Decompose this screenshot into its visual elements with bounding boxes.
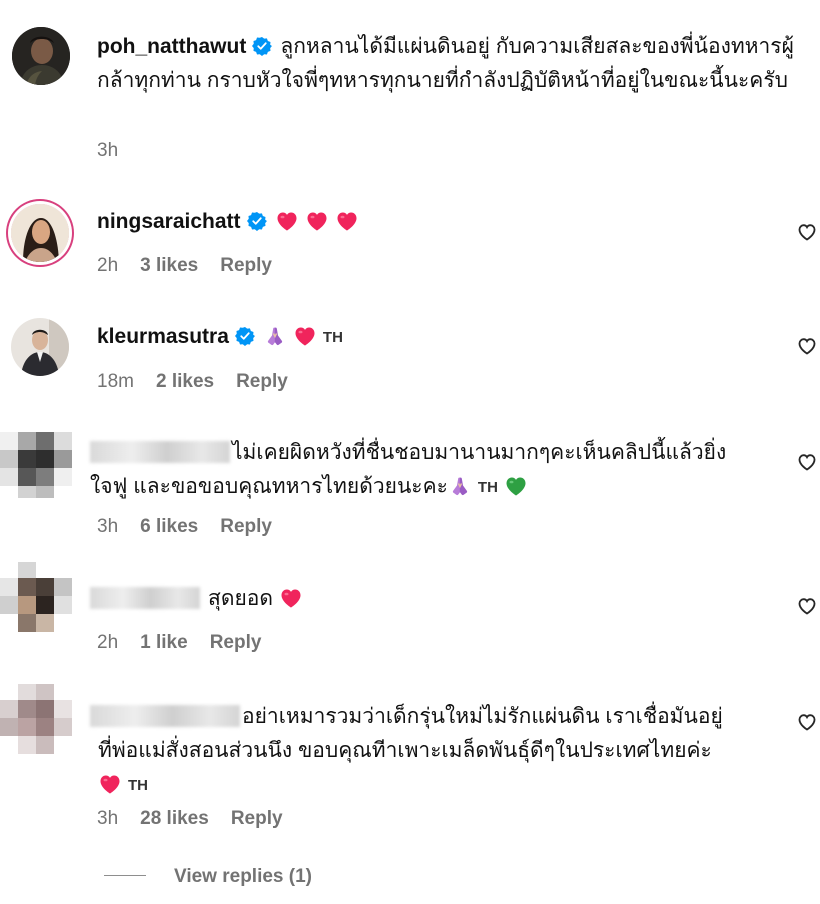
comment-body: poh_natthawut ลูกหลานได้มีแผ่นดินอยู่ กับ… [97, 30, 807, 98]
avatar-image [0, 684, 72, 756]
reply-button[interactable]: Reply [210, 632, 262, 653]
comment-text: อย่าเหมารวมว่าเด็กรุ่นใหม่ไม่รักแผ่นดิน … [242, 705, 723, 728]
red-heart-icon [275, 209, 299, 233]
comment-time[interactable]: 18m [97, 371, 134, 392]
comment-body: อย่าเหมารวมว่าเด็กรุ่นใหม่ไม่รักแผ่นดิน … [90, 700, 790, 803]
green-heart-icon [504, 474, 528, 498]
like-heart-icon[interactable] [796, 335, 818, 357]
verified-badge-icon [235, 326, 255, 346]
folded-hands-icon [263, 324, 287, 348]
avatar-image [11, 318, 69, 376]
avatar-image [11, 204, 69, 262]
like-heart-icon[interactable] [796, 595, 818, 617]
view-replies-label: View replies (1) [174, 866, 312, 887]
comment-text-continued: ที่พ่อแม่สั่งสอนส่วนนึง ขอบคุณทีาเพาะเมล… [98, 739, 712, 762]
comment-time[interactable]: 2h [97, 632, 118, 653]
comment-meta: 3h 28 likes Reply [97, 808, 305, 830]
comment-text-continued: ใจฟู และขอขอบคุณทหารไทยด้วยนะคะ [90, 475, 448, 498]
likes-count[interactable]: 3 likes [140, 255, 198, 276]
avatar[interactable] [0, 562, 72, 634]
comment-time[interactable]: 3h [97, 808, 118, 829]
red-heart-icon [305, 209, 329, 233]
avatar[interactable] [11, 204, 69, 262]
reply-button[interactable]: Reply [220, 255, 272, 276]
flag-tag: TH [128, 777, 148, 794]
comment-text: ไม่เคยผิดหวังที่ชื่นชอบมานานมากๆคะเห็นคล… [232, 441, 727, 464]
avatar-image [0, 426, 72, 498]
avatar[interactable] [12, 27, 70, 85]
avatar-image [12, 27, 70, 85]
comment-meta: 18m 2 likes Reply [97, 371, 310, 393]
reply-button[interactable]: Reply [236, 371, 288, 392]
likes-count[interactable]: 6 likes [140, 516, 198, 537]
flag-tag: TH [322, 329, 343, 346]
avatar[interactable] [0, 684, 72, 756]
blurred-username[interactable] [90, 587, 200, 609]
comment-username[interactable]: ningsaraichatt [97, 210, 241, 233]
comment-body: ningsaraichatt [97, 205, 365, 239]
avatar-image [0, 562, 72, 634]
verified-badge-icon [252, 36, 272, 56]
avatar[interactable] [0, 426, 72, 498]
red-heart-icon [98, 772, 122, 796]
comment-username[interactable]: kleurmasutra [97, 325, 229, 348]
reply-button[interactable]: Reply [220, 516, 272, 537]
comment-meta: 2h 3 likes Reply [97, 255, 294, 277]
verified-badge-icon [247, 211, 267, 231]
comment-time[interactable]: 3h [97, 516, 118, 537]
red-heart-icon [335, 209, 359, 233]
like-heart-icon[interactable] [796, 221, 818, 243]
folded-hands-icon [448, 474, 472, 498]
blurred-username[interactable] [90, 705, 240, 727]
red-heart-icon [293, 324, 317, 348]
red-heart-icon [279, 586, 303, 610]
comment-meta: 3h 6 likes Reply [97, 516, 294, 538]
likes-count[interactable]: 2 likes [156, 371, 214, 392]
reply-button[interactable]: Reply [231, 808, 283, 829]
comment-time[interactable]: 2h [97, 255, 118, 276]
view-replies-button[interactable]: View replies (1) [104, 866, 312, 888]
view-replies-divider [104, 875, 146, 876]
flag-tag: TH [477, 479, 498, 496]
comment-body: ไม่เคยผิดหวังที่ชื่นชอบมานานมากๆคะเห็นคล… [90, 436, 780, 505]
comment-text: สุดยอด [208, 587, 274, 610]
blurred-username[interactable] [90, 441, 230, 463]
avatar[interactable] [11, 318, 69, 376]
likes-count[interactable]: 28 likes [140, 808, 209, 829]
comment-meta: 3h [97, 140, 140, 162]
like-heart-icon[interactable] [796, 711, 818, 733]
like-heart-icon[interactable] [796, 451, 818, 473]
comment-username[interactable]: poh_natthawut [97, 35, 246, 58]
comment-meta: 2h 1 like Reply [97, 632, 283, 654]
comment-body: kleurmasutra TH [97, 320, 349, 355]
comment-time[interactable]: 3h [97, 140, 118, 161]
comment-body: สุดยอด [90, 582, 309, 616]
likes-count[interactable]: 1 like [140, 632, 188, 653]
